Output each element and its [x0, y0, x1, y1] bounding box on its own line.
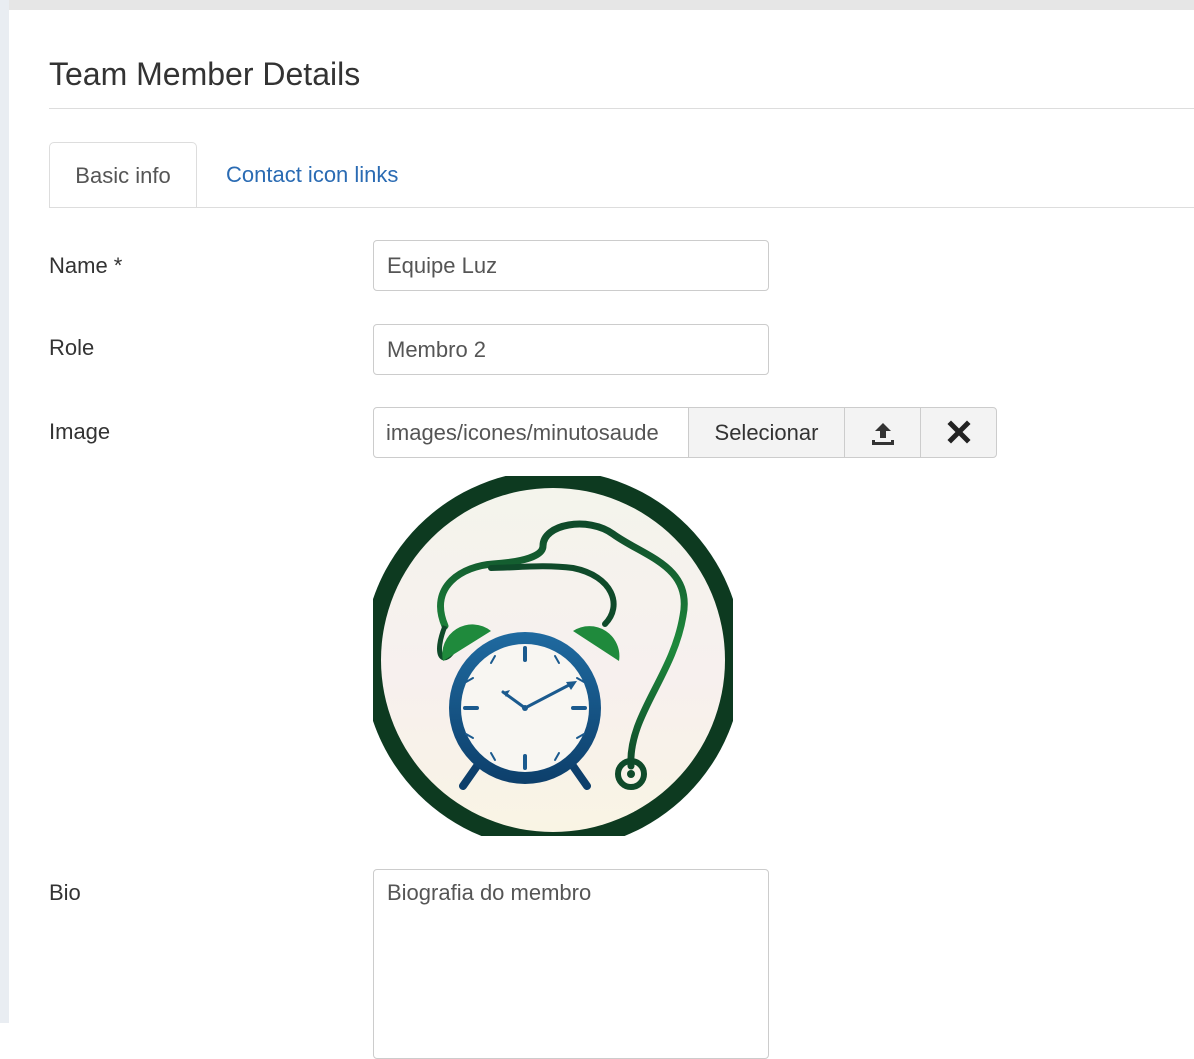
role-label: Role — [49, 335, 95, 360]
upload-icon — [845, 408, 920, 457]
details-panel: Team Member Details Basic info Contact i… — [9, 10, 1194, 1059]
page-title: Team Member Details — [49, 56, 361, 92]
page-frame: Team Member Details Basic info Contact i… — [0, 0, 1194, 1059]
close-icon — [921, 408, 996, 457]
top-border — [0, 0, 1194, 10]
select-image-button[interactable]: Selecionar — [688, 407, 845, 458]
tab-bar-divider — [49, 207, 1194, 208]
title-divider — [49, 108, 1194, 109]
upload-button[interactable] — [844, 407, 921, 458]
image-label: Image — [49, 419, 111, 444]
tab-bar: Basic info Contact icon links — [49, 142, 1194, 208]
name-label: Name * — [49, 253, 123, 278]
image-preview — [373, 476, 733, 836]
left-border — [0, 0, 9, 1023]
alarm-clock-stethoscope-logo — [373, 476, 733, 836]
tab-contact-icon-links[interactable]: Contact icon links — [226, 142, 398, 207]
image-path-input[interactable]: images/icones/minutosaude — [373, 407, 689, 458]
bio-label: Bio — [49, 880, 81, 905]
tab-basic-info[interactable]: Basic info — [49, 142, 197, 208]
bio-textarea[interactable]: Biografia do membro — [373, 869, 769, 1059]
name-input[interactable]: Equipe Luz — [373, 240, 769, 291]
clear-image-button[interactable] — [920, 407, 997, 458]
role-input[interactable]: Membro 2 — [373, 324, 769, 375]
